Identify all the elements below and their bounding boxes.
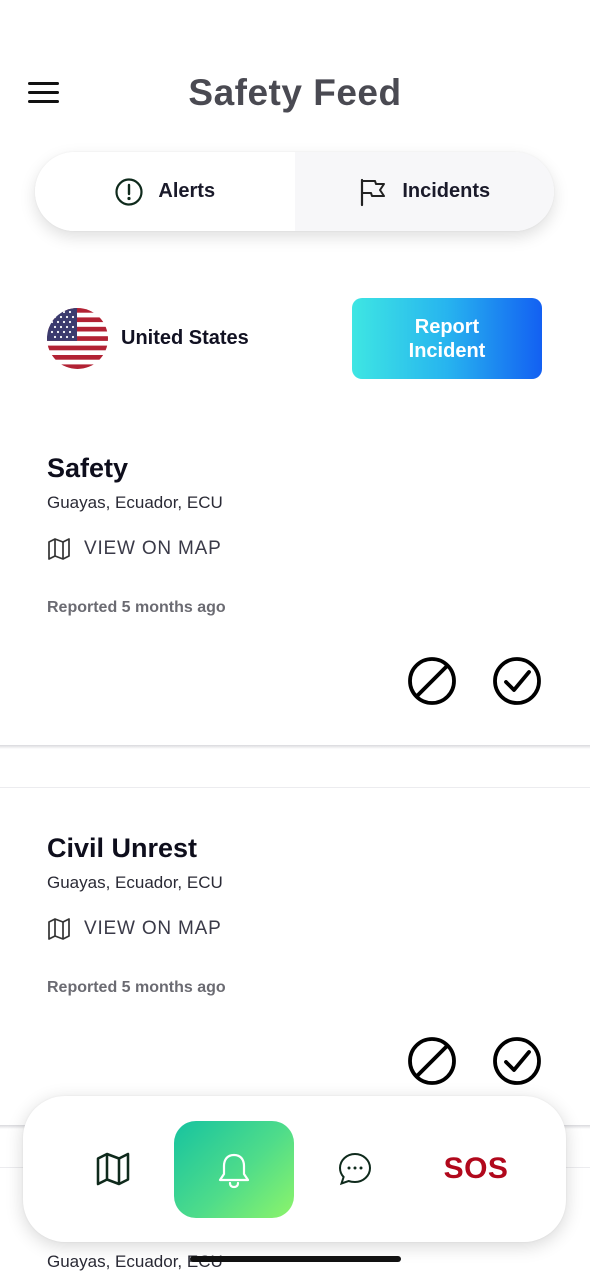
dismiss-icon[interactable] [407,656,457,706]
flag-icon [361,178,386,206]
country-name: United States [121,327,249,349]
confirm-check-icon[interactable] [492,656,542,706]
map-icon [48,918,70,940]
view-on-map-link[interactable]: VIEW ON MAP [47,537,222,561]
incident-location: Guayas, Ecuador, ECU [47,493,223,512]
card-separator-line [0,787,590,788]
tab-alerts-label: Alerts [158,180,216,202]
incident-title: Safety [47,453,129,483]
reported-time: Reported 5 months ago [47,979,226,996]
dismiss-icon[interactable] [407,1036,457,1086]
alert-circle-icon [115,177,143,206]
view-on-map-label: VIEW ON MAP [84,918,222,939]
bottom-nav: SOS [23,1096,566,1242]
page-title: Safety Feed [188,72,402,113]
country-selector[interactable]: United States [47,308,249,369]
feed-tabs: Alerts Incidents [35,152,554,231]
incident-card[interactable]: Civil Unrest Guayas, Ecuador, ECU VIEW O… [0,820,590,1125]
bell-icon [218,1153,250,1188]
tab-incidents[interactable]: Incidents [294,152,554,231]
card-separator [0,745,590,749]
nav-sos[interactable]: SOS [433,1146,519,1192]
incident-location: Guayas, Ecuador, ECU [47,1252,223,1271]
incident-location: Guayas, Ecuador, ECU [47,873,223,892]
map-icon [48,538,70,560]
nav-chat[interactable] [329,1146,381,1192]
nav-alerts[interactable] [174,1121,294,1218]
map-icon [96,1152,130,1186]
chat-bubble-icon [338,1152,372,1186]
report-incident-button[interactable]: Report Incident [352,298,542,379]
reported-time: Reported 5 months ago [47,599,226,616]
confirm-check-icon[interactable] [492,1036,542,1086]
incident-title: Civil Unrest [47,833,198,863]
incident-card[interactable]: Safety Guayas, Ecuador, ECU VIEW ON MAP … [0,440,590,745]
view-on-map-link[interactable]: VIEW ON MAP [47,917,222,941]
nav-map[interactable] [85,1146,141,1192]
view-on-map-label: VIEW ON MAP [84,538,222,559]
us-flag-icon [47,308,108,369]
tab-incidents-label: Incidents [402,180,491,202]
tab-alerts[interactable]: Alerts [35,152,295,231]
sos-label: SOS [443,1152,509,1185]
home-indicator [190,1256,401,1262]
